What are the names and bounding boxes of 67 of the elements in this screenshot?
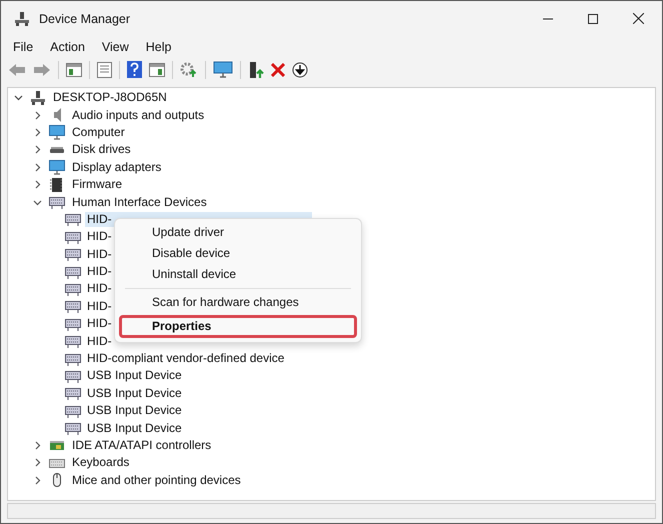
back-arrow-icon[interactable]: [8, 62, 26, 76]
tree-item[interactable]: HID-compliant vendor-defined device: [85, 351, 286, 366]
tree-item[interactable]: Human Interface Devices: [70, 194, 209, 210]
chevron-icon[interactable]: [33, 180, 42, 190]
monitor-icon: [49, 124, 65, 140]
chip-icon: [49, 176, 65, 193]
close-icon[interactable]: [633, 13, 644, 24]
tree-item[interactable]: Disk drives: [70, 142, 133, 158]
scan-gear-icon[interactable]: [180, 61, 198, 78]
hid-device-icon: [65, 298, 81, 314]
tree-item[interactable]: USB Input Device: [85, 403, 184, 418]
uninstall-x-icon[interactable]: [271, 62, 285, 76]
tree-item[interactable]: HID-: [85, 264, 114, 280]
menu-item[interactable]: Properties: [119, 315, 357, 338]
menu-item[interactable]: Uninstall device: [119, 265, 357, 284]
chevron-icon[interactable]: [33, 162, 42, 172]
tree-item[interactable]: HID-: [85, 334, 114, 349]
tree-item[interactable]: Audio inputs and outputs: [70, 108, 206, 123]
tree-item[interactable]: HID-: [85, 281, 114, 296]
tree-item[interactable]: Firmware: [70, 177, 124, 192]
chevron-icon[interactable]: [33, 110, 42, 120]
hid-device-icon: [65, 385, 81, 402]
hid-device-icon: [49, 194, 65, 210]
menu-item[interactable]: Disable device: [119, 244, 357, 263]
computer-icon: [30, 90, 46, 106]
tree-item[interactable]: DESKTOP-J8OD65N: [51, 90, 169, 106]
tree-item[interactable]: Display adapters: [70, 160, 164, 175]
action-pane-icon[interactable]: [149, 62, 165, 76]
tree-item[interactable]: HID-: [85, 229, 114, 244]
menu-item[interactable]: Update driver: [119, 223, 357, 242]
forward-arrow-icon[interactable]: [33, 62, 51, 76]
tree-item[interactable]: USB Input Device: [85, 386, 184, 401]
chevron-icon[interactable]: [33, 476, 42, 485]
window-title: Device Manager: [39, 12, 130, 26]
menu-item[interactable]: Action: [50, 40, 85, 54]
help-icon[interactable]: [127, 61, 142, 78]
tree-item[interactable]: USB Input Device: [85, 368, 184, 384]
menu-item[interactable]: Scan for hardware changes: [119, 293, 357, 312]
hid-device-icon: [65, 420, 81, 436]
tree-item[interactable]: USB Input Device: [85, 420, 184, 436]
monitor-icon[interactable]: [213, 61, 233, 78]
properties-icon[interactable]: [97, 62, 112, 78]
computer-icon: [14, 10, 30, 26]
tree-item[interactable]: Mice and other pointing devices: [70, 472, 243, 488]
hid-device-icon: [65, 246, 81, 262]
chevron-icon[interactable]: [33, 128, 42, 137]
disk-drive-icon: [49, 146, 65, 153]
monitor-icon: [49, 159, 65, 176]
console-tree-icon[interactable]: [66, 62, 82, 76]
chevron-icon[interactable]: [14, 93, 23, 102]
tree-item[interactable]: Computer: [70, 124, 127, 140]
chevron-icon[interactable]: [33, 145, 42, 154]
tree-item[interactable]: HID-: [85, 298, 114, 314]
chevron-icon[interactable]: [33, 441, 42, 450]
tree-item[interactable]: IDE ATA/ATAPI controllers: [70, 438, 214, 453]
tree-item[interactable]: HID-: [85, 316, 114, 332]
chevron-icon[interactable]: [33, 198, 42, 207]
menu-item[interactable]: Help: [146, 40, 172, 54]
update-driver-icon[interactable]: [248, 60, 264, 78]
tree-item[interactable]: Keyboards: [70, 455, 132, 470]
maximize-icon[interactable]: [588, 14, 598, 24]
menu-item[interactable]: View: [102, 40, 129, 54]
chevron-icon[interactable]: [33, 458, 42, 468]
hid-device-icon: [65, 333, 81, 350]
hid-device-icon: [65, 211, 81, 228]
menu-item[interactable]: File: [13, 40, 34, 54]
tree-item[interactable]: HID-: [85, 246, 114, 262]
